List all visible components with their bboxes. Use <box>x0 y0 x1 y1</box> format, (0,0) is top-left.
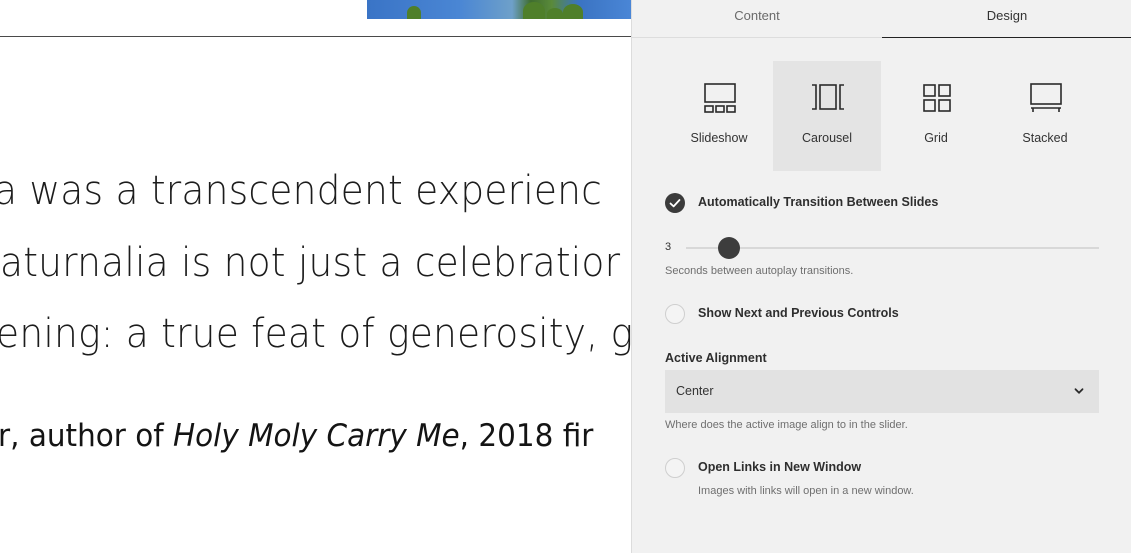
show-controls-label: Show Next and Previous Controls <box>698 306 899 320</box>
tab-content[interactable]: Content <box>632 0 882 38</box>
show-controls-checkbox[interactable]: Show Next and Previous Controls <box>665 304 945 328</box>
checkmark-icon <box>665 193 685 213</box>
unchecked-circle-icon <box>665 458 685 478</box>
autoplay-seconds-value: 3 <box>665 241 672 253</box>
page: a was a transcendent experienc aturnalia… <box>0 0 1131 553</box>
active-alignment-value: Center <box>676 384 714 398</box>
layout-label: Slideshow <box>690 131 748 145</box>
layout-option-slideshow[interactable]: Slideshow <box>665 61 773 171</box>
chevron-down-icon <box>1074 388 1084 394</box>
auto-transition-label: Automatically Transition Between Slides <box>698 195 939 209</box>
quote-line: ening: a true feat of generosity, g <box>0 311 634 357</box>
open-links-help-text: Images with links will open in a new win… <box>698 485 914 497</box>
layout-label: Grid <box>924 131 948 145</box>
panel-tabs: Content Design <box>632 0 1131 38</box>
grid-icon <box>923 84 951 112</box>
slider-handle[interactable] <box>718 237 741 259</box>
open-links-checkbox[interactable]: Open Links in New Window <box>665 458 925 482</box>
attribution-suffix: , 2018 fir <box>459 418 594 454</box>
hero-image <box>367 0 631 19</box>
autoplay-help-text: Seconds between autoplay transitions. <box>665 265 854 277</box>
attribution-book-title: Holy Moly Carry Me <box>172 418 460 454</box>
layout-label: Carousel <box>801 131 853 145</box>
quote-line: aturnalia is not just a celebratior <box>0 240 621 286</box>
active-alignment-label: Active Alignment <box>665 351 767 365</box>
layout-option-stacked[interactable]: Stacked <box>991 61 1099 171</box>
attribution-prefix: r, author of <box>0 418 173 454</box>
auto-transition-checkbox[interactable]: Automatically Transition Between Slides <box>665 193 965 217</box>
layout-option-carousel[interactable]: Carousel <box>773 61 881 171</box>
tab-design[interactable]: Design <box>882 0 1131 38</box>
layout-label: Stacked <box>1022 131 1068 145</box>
unchecked-circle-icon <box>665 304 685 324</box>
quote-attribution: r, author of Holy Moly Carry Me, 2018 fi… <box>0 418 593 454</box>
layout-picker: Slideshow Carousel Grid Stacked <box>665 61 1099 171</box>
active-alignment-select[interactable]: Center <box>665 370 1099 413</box>
gallery-settings-panel: Content Design Slideshow Carousel Grid S… <box>631 0 1131 553</box>
active-alignment-help-text: Where does the active image align to in … <box>665 419 908 431</box>
carousel-icon <box>812 84 844 110</box>
slideshow-icon <box>704 83 736 113</box>
autoplay-slider[interactable] <box>686 237 1099 259</box>
open-links-label: Open Links in New Window <box>698 460 862 474</box>
layout-option-grid[interactable]: Grid <box>882 61 990 171</box>
divider-line <box>0 36 640 37</box>
quote-line: a was a transcendent experienc <box>0 168 603 214</box>
stacked-icon <box>1030 83 1062 112</box>
